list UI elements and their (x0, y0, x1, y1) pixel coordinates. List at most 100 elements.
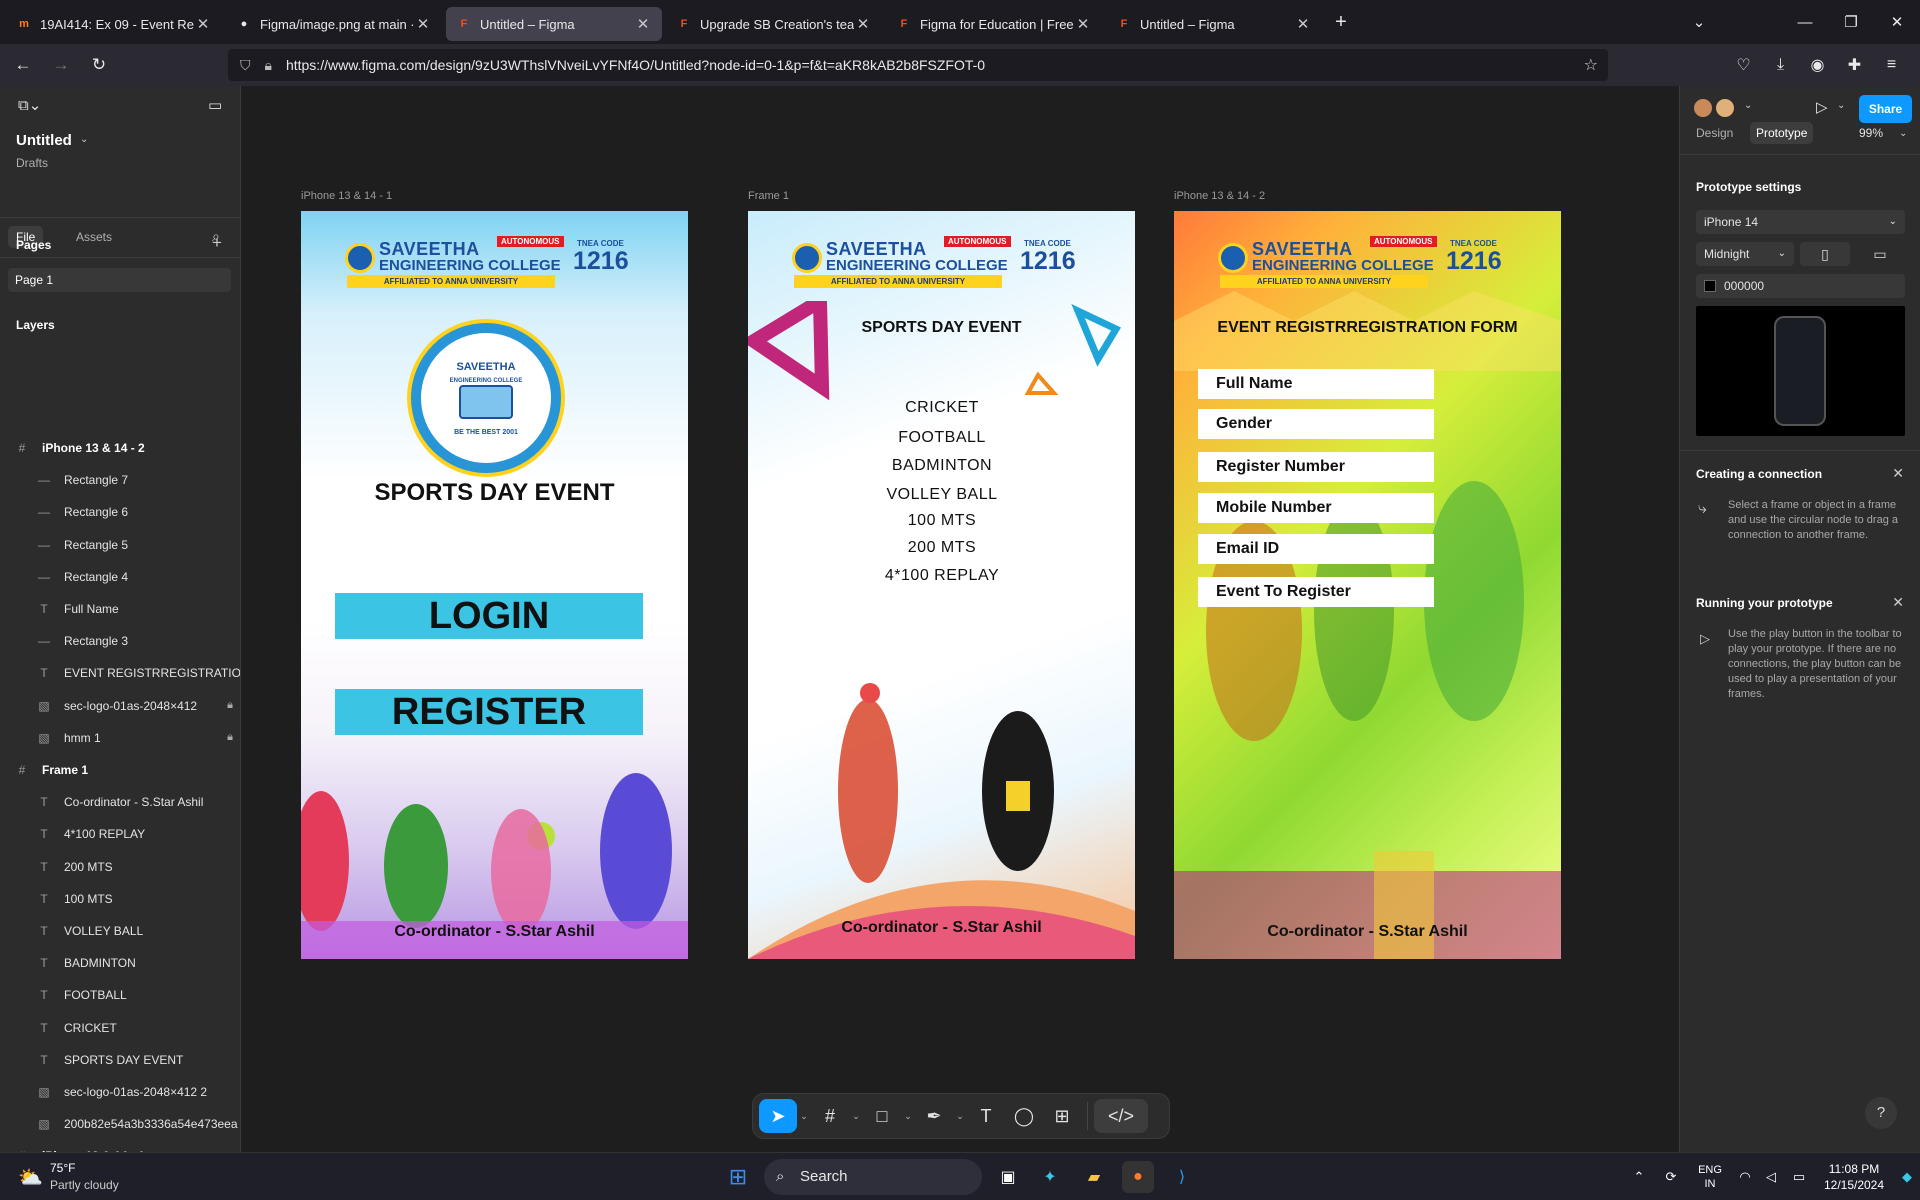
browser-tab[interactable]: F Figma for Education | Free Tool✕ (886, 7, 1102, 41)
frame-label[interactable]: iPhone 13 & 14 - 1 (301, 190, 392, 202)
chevron-down-icon[interactable]: ⌄ (849, 1111, 863, 1122)
layer-item[interactable]: T Co-ordinator - S.Star Ashil (0, 788, 240, 816)
registration-field[interactable]: Mobile Number (1198, 493, 1434, 523)
registration-field[interactable]: Gender (1198, 409, 1434, 439)
layer-item[interactable]: ▧ 200b82e54a3b3336a54e473eea (0, 1110, 240, 1138)
close-icon[interactable]: ✕ (1892, 465, 1904, 482)
layer-item[interactable]: T SPORTS DAY EVENT (0, 1046, 240, 1074)
file-menu-chevron-icon[interactable]: ⌄ (80, 134, 88, 145)
layer-item[interactable]: T BADMINTON (0, 949, 240, 977)
file-title[interactable]: Untitled (16, 132, 72, 149)
layer-item[interactable]: T 4*100 REPLAY (0, 820, 240, 848)
browser-tab[interactable]: F Untitled – Figma ✕ (446, 7, 662, 41)
firefox-icon[interactable]: ● (1122, 1161, 1154, 1193)
registration-field[interactable]: Full Name (1198, 369, 1434, 399)
extensions-icon[interactable]: ✚ (1836, 55, 1873, 75)
close-tab-icon[interactable]: ✕ (194, 15, 212, 33)
copilot-icon[interactable]: ✦ (1034, 1161, 1066, 1193)
taskbar-search[interactable]: ⌕ Search (764, 1159, 982, 1195)
notifications-icon[interactable]: ◆ (1894, 1169, 1920, 1185)
figma-canvas[interactable]: iPhone 13 & 14 - 1 SAVEETHA ENGINEERING … (241, 86, 1679, 1152)
page-item[interactable]: Page 1 (8, 268, 231, 292)
frame-1[interactable]: SAVEETHA ENGINEERING COLLEGE AUTONOMOUS … (748, 211, 1135, 959)
layer-item[interactable]: T 100 MTS (0, 885, 240, 913)
account-icon[interactable]: ◉ (1799, 55, 1836, 75)
play-prototype-icon[interactable]: ▷ (1816, 98, 1828, 116)
figma-main-menu-icon[interactable]: ⧉⌄ (18, 96, 41, 114)
registration-field[interactable]: Email ID (1198, 534, 1434, 564)
chevron-down-icon[interactable]: ⌄ (901, 1111, 915, 1122)
close-icon[interactable]: ✕ (1892, 594, 1904, 611)
pocket-icon[interactable]: ♡ (1725, 55, 1762, 75)
background-swatch[interactable] (1704, 280, 1716, 292)
zoom-chevron-icon[interactable]: ⌄ (1899, 128, 1907, 139)
start-button[interactable]: ⊞ (722, 1161, 754, 1193)
weather-icon[interactable]: ⛅ (18, 1165, 43, 1190)
layer-frame-item[interactable]: #iPhone 13 & 14 - 1🔒︎ (0, 1142, 240, 1152)
layer-frame-item[interactable]: # Frame 1 (0, 756, 240, 784)
task-view-icon[interactable]: ▣ (992, 1161, 1024, 1193)
battery-icon[interactable]: ▭ (1784, 1169, 1814, 1185)
layer-item[interactable]: T FOOTBALL (0, 981, 240, 1009)
actions-tool-icon[interactable]: ⊞ (1043, 1099, 1081, 1133)
browser-tab[interactable]: ● Figma/image.png at main · sta✕ (226, 7, 442, 41)
chevron-down-icon[interactable]: ⌄ (953, 1111, 967, 1122)
layer-item[interactable]: ▧ sec-logo-01as-2048×412 🔒︎ (0, 692, 240, 720)
layer-item[interactable]: T 200 MTS (0, 853, 240, 881)
language-indicator[interactable]: ENG IN (1688, 1163, 1732, 1191)
layer-item[interactable]: T VOLLEY BALL (0, 917, 240, 945)
registration-field[interactable]: Event To Register (1198, 577, 1434, 607)
close-window-button[interactable]: ✕ (1874, 13, 1920, 31)
zoom-level[interactable]: 99% (1859, 126, 1883, 140)
address-bar[interactable]: ⛉ 🔒︎ https://www.figma.com/design/9zU3WT… (228, 49, 1608, 81)
tab-prototype[interactable]: Prototype (1750, 122, 1814, 144)
close-tab-icon[interactable]: ✕ (1294, 15, 1312, 33)
sync-icon[interactable]: ⟳ (1654, 1169, 1688, 1185)
close-tab-icon[interactable]: ✕ (634, 15, 652, 33)
layer-item[interactable]: T Full Name (0, 595, 240, 623)
background-color-field[interactable]: 000000 (1696, 274, 1905, 298)
add-page-icon[interactable]: + (212, 233, 222, 253)
chevron-up-icon[interactable]: ⌃ (1624, 1169, 1654, 1185)
new-tab-button[interactable]: + (1326, 11, 1356, 34)
layer-frame-item[interactable]: # iPhone 13 & 14 - 2 (0, 434, 240, 462)
file-location[interactable]: Drafts (16, 156, 48, 170)
portrait-orientation-button[interactable]: ▯ (1800, 242, 1850, 266)
toggle-sidebar-icon[interactable]: ▭ (208, 96, 222, 114)
pen-tool-icon[interactable]: ✒ (915, 1099, 953, 1133)
move-tool-icon[interactable]: ➤ (759, 1099, 797, 1133)
weather-temp[interactable]: 75°F (50, 1161, 75, 1175)
registration-field[interactable]: Register Number (1198, 452, 1434, 482)
play-options-chevron-icon[interactable]: ⌄ (1837, 100, 1845, 111)
comment-tool-icon[interactable]: ◯ (1005, 1099, 1043, 1133)
tab-assets[interactable]: Assets (68, 226, 120, 248)
vscode-icon[interactable]: ⟩ (1166, 1161, 1198, 1193)
layer-item[interactable]: — Rectangle 5 (0, 531, 240, 559)
lock-icon[interactable]: 🔒︎ (219, 731, 240, 744)
shield-icon[interactable]: ⛉ (240, 57, 251, 74)
lock-icon[interactable]: 🔒︎ (265, 57, 272, 74)
frame-iphone-1[interactable]: SAVEETHA ENGINEERING COLLEGE AUTONOMOUS … (301, 211, 688, 959)
close-tab-icon[interactable]: ✕ (854, 15, 872, 33)
dev-mode-toggle-icon[interactable]: </> (1094, 1099, 1148, 1133)
frame-tool-icon[interactable]: # (811, 1099, 849, 1133)
layer-item[interactable]: ▧ sec-logo-01as-2048×412 2 (0, 1078, 240, 1106)
help-button[interactable]: ? (1865, 1097, 1897, 1129)
avatars-chevron-icon[interactable]: ⌄ (1744, 100, 1752, 111)
browser-tab[interactable]: F Untitled – Figma ✕ (1106, 7, 1322, 41)
file-explorer-icon[interactable]: ▰ (1078, 1161, 1110, 1193)
frame-label[interactable]: iPhone 13 & 14 - 2 (1174, 190, 1265, 202)
text-tool-icon[interactable]: T (967, 1099, 1005, 1133)
share-button[interactable]: Share (1859, 95, 1912, 123)
layer-item[interactable]: — Rectangle 7 (0, 466, 240, 494)
layer-item[interactable]: — Rectangle 4 (0, 563, 240, 591)
close-tab-icon[interactable]: ✕ (1074, 15, 1092, 33)
clock[interactable]: 11:08 PM 12/15/2024 (1814, 1161, 1894, 1193)
minimize-button[interactable]: — (1782, 14, 1828, 31)
rectangle-tool-icon[interactable]: □ (863, 1099, 901, 1133)
restore-button[interactable]: ❐ (1828, 13, 1874, 31)
menu-icon[interactable]: ≡ (1873, 56, 1910, 74)
tab-list-dropdown-icon[interactable]: ⌄ (1676, 13, 1722, 31)
collaborator-avatar[interactable] (1714, 97, 1736, 119)
layer-item[interactable]: — Rectangle 3 (0, 627, 240, 655)
